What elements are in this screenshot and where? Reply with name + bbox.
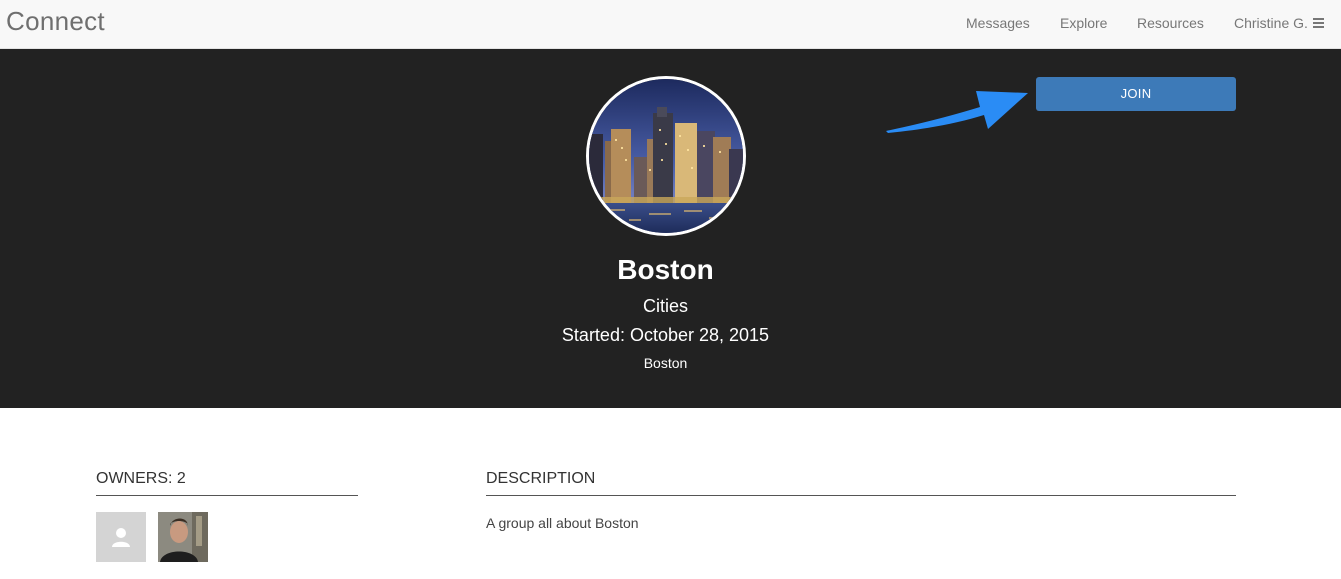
group-hero: Boston Cities Started: October 28, 2015 … (0, 49, 1341, 408)
nav-explore-link[interactable]: Explore (1060, 15, 1107, 31)
description-divider (486, 495, 1236, 496)
description-text: A group all about Boston (486, 515, 639, 531)
brand-logo[interactable]: Connect (6, 6, 105, 37)
owners-divider (96, 495, 358, 496)
group-started-date: Started: October 28, 2015 (561, 325, 770, 345)
nav-resources-link[interactable]: Resources (1137, 15, 1204, 31)
boston-skyline-image (589, 79, 743, 233)
hamburger-icon (1312, 18, 1324, 28)
group-location: Boston (643, 355, 688, 371)
user-menu[interactable]: Christine G. (1234, 15, 1324, 31)
owner-avatar-photo[interactable] (158, 512, 208, 562)
nav-messages-link[interactable]: Messages (966, 15, 1030, 31)
annotation-arrow-icon (886, 91, 1028, 133)
owner-avatar-placeholder[interactable] (96, 512, 146, 562)
top-navbar: Connect Messages Explore Resources Chris… (0, 0, 1341, 49)
owner-photo-image (158, 512, 208, 562)
owners-heading: OWNERS: 2 (96, 470, 186, 487)
group-name: Boston (617, 254, 714, 285)
description-heading: DESCRIPTION (486, 470, 596, 487)
user-silhouette-icon (112, 528, 130, 547)
group-avatar (586, 76, 746, 236)
group-category: Cities (642, 296, 688, 316)
join-button[interactable]: JOIN (1036, 77, 1236, 111)
user-name: Christine G. (1234, 15, 1308, 31)
